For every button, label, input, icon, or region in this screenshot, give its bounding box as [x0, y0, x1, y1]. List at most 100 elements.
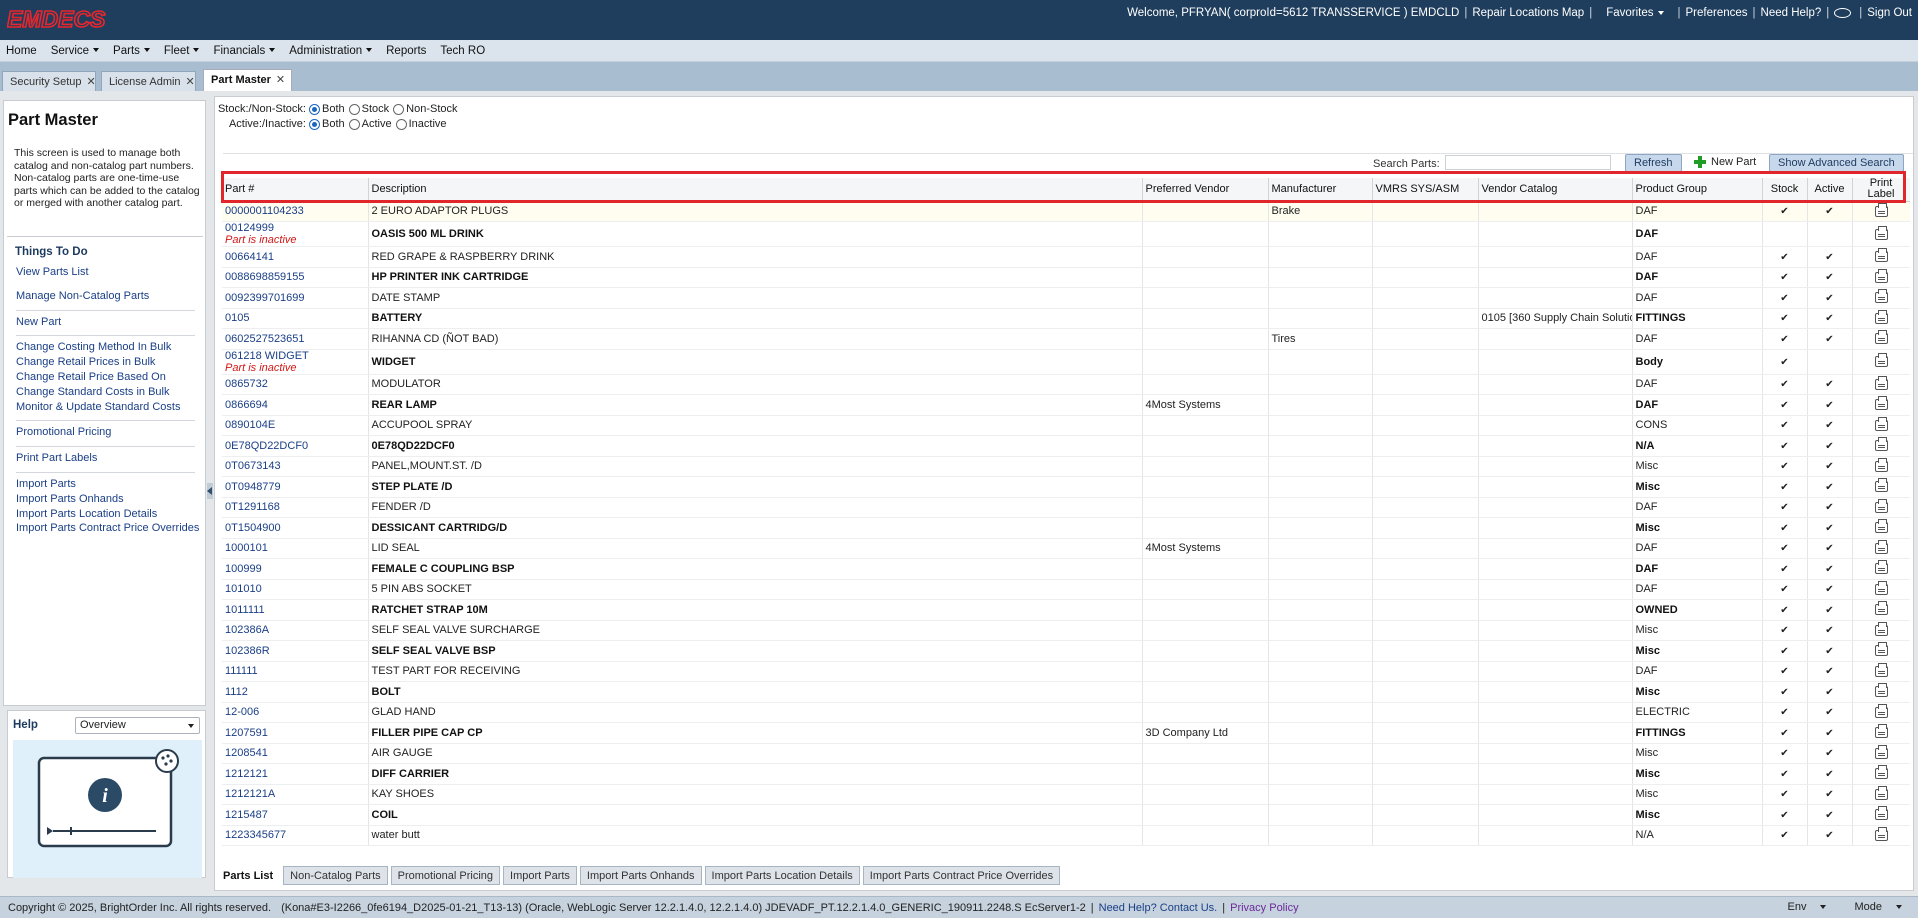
printer-icon[interactable]	[1874, 703, 1888, 718]
help-video-thumbnail[interactable]: i	[13, 740, 202, 878]
part-number-cell[interactable]: 1000101	[222, 538, 369, 559]
table-row[interactable]: 0088698859155 HP PRINTER INK CARTRIDGE DAF…	[222, 267, 1910, 288]
stock-stock-radio[interactable]	[348, 103, 360, 115]
preferences-link[interactable]: Preferences	[1686, 7, 1748, 19]
col-product-group[interactable]: Product Group	[1632, 178, 1763, 202]
tab-import-parts-onhands[interactable]: Import Parts Onhands	[579, 866, 702, 885]
table-row[interactable]: 1208541 AIR GAUGE Misc ✔ ✔	[222, 743, 1910, 764]
menu-reports[interactable]: Reports	[386, 45, 426, 57]
table-row[interactable]: 0000001104233 2 EURO ADAPTOR PLUGS Brake DA…	[222, 201, 1910, 222]
part-number-link[interactable]: 1223345677	[225, 829, 365, 841]
table-row[interactable]: 1011111 RATCHET STRAP 10M OWNED ✔ ✔	[222, 599, 1910, 621]
part-number-link[interactable]: 0865732	[225, 378, 365, 390]
part-number-link[interactable]: 1011111	[225, 604, 365, 616]
part-number-cell[interactable]: 1207591	[222, 722, 369, 744]
printer-icon[interactable]	[1874, 826, 1888, 841]
tab-import-parts[interactable]: Import Parts	[503, 866, 577, 885]
part-number-link[interactable]: 0105	[225, 312, 365, 324]
part-number-link[interactable]: 00664141	[225, 251, 365, 263]
printer-icon[interactable]	[1874, 268, 1888, 283]
part-number-link[interactable]: 061218 WIDGET	[225, 350, 365, 362]
part-number-cell[interactable]: 12-006	[222, 702, 369, 723]
table-row[interactable]: 00664141 RED GRAPE & RASPBERRY DRINK DAF ✔ ✔	[222, 246, 1910, 268]
part-number-link[interactable]: 1212121A	[225, 788, 365, 800]
table-row[interactable]: 0105 BATTERY 0105 [360 Supply Chain Soluti…	[222, 308, 1910, 329]
col-stock[interactable]: Stock	[1762, 178, 1808, 202]
part-number-cell[interactable]: 0890104E	[222, 415, 369, 436]
printer-icon[interactable]	[1874, 662, 1888, 677]
repair-locations-map-link[interactable]: Repair Locations Map	[1472, 7, 1584, 19]
part-number-cell[interactable]: 101010	[222, 579, 369, 600]
part-number-cell[interactable]: 0865732	[222, 374, 369, 395]
part-number-cell[interactable]: 102386R	[222, 640, 369, 662]
printer-icon[interactable]	[1874, 225, 1888, 240]
part-number-link[interactable]: 100999	[225, 563, 365, 575]
part-number-cell[interactable]: 061218 WIDGET Part is inactive	[222, 349, 369, 375]
part-number-link[interactable]: 0000001104233	[225, 205, 365, 217]
emdecs-logo[interactable]: EMDECS	[7, 6, 147, 32]
close-icon[interactable]: ✕	[276, 74, 285, 86]
part-number-link[interactable]: 0890104E	[225, 419, 365, 431]
menu-home[interactable]: Home	[6, 45, 37, 57]
tab-license-admin[interactable]: License Admin ✕	[101, 71, 196, 91]
stock-both-radio[interactable]	[309, 103, 320, 115]
env-menu[interactable]: Env	[1774, 901, 1827, 913]
part-number-link[interactable]: 0T1504900	[225, 522, 365, 534]
table-row[interactable]: 0E78QD22DCF0 0E78QD22DCF0 N/A ✔ ✔	[222, 435, 1910, 457]
active-both-radio[interactable]	[309, 118, 320, 130]
table-row[interactable]: 1207591 FILLER PIPE CAP CP 3D Company Ltd F…	[222, 722, 1910, 744]
printer-icon[interactable]	[1874, 519, 1888, 534]
favorites-menu[interactable]: Favorites	[1606, 7, 1664, 19]
table-row[interactable]: 1000101 LID SEAL 4Most Systems DAF ✔ ✔	[222, 538, 1910, 559]
table-row[interactable]: 1212121A KAY SHOES Misc ✔ ✔	[222, 784, 1910, 805]
part-number-link[interactable]: 1207591	[225, 727, 365, 739]
part-number-link[interactable]: 0T1291168	[225, 501, 365, 513]
new-part-button[interactable]: New Part	[1694, 156, 1756, 168]
printer-icon[interactable]	[1874, 601, 1888, 616]
table-row[interactable]: 0T0948779 STEP PLATE /D Misc ✔ ✔	[222, 476, 1910, 498]
part-number-link[interactable]: 00124999	[225, 222, 365, 234]
part-number-link[interactable]: 1215487	[225, 809, 365, 821]
monitor-standard-costs-link[interactable]: Monitor & Update Standard Costs	[16, 400, 195, 415]
printer-icon[interactable]	[1874, 498, 1888, 513]
col-print-label[interactable]: Print Label	[1852, 178, 1910, 202]
printer-icon[interactable]	[1874, 683, 1888, 698]
part-number-cell[interactable]: 0602527523651	[222, 328, 369, 350]
import-parts-onhands-link[interactable]: Import Parts Onhands	[16, 492, 195, 507]
table-row[interactable]: 1223345677 water butt N/A ✔ ✔	[222, 825, 1910, 846]
print-part-labels-link[interactable]: Print Part Labels	[16, 451, 195, 466]
printer-icon[interactable]	[1874, 478, 1888, 493]
part-number-link[interactable]: 0092399701699	[225, 292, 365, 304]
part-number-link[interactable]: 102386R	[225, 645, 365, 657]
printer-icon[interactable]	[1874, 806, 1888, 821]
col-preferred-vendor[interactable]: Preferred Vendor	[1142, 178, 1269, 202]
part-number-link[interactable]: 0T0673143	[225, 460, 365, 472]
sign-out-link[interactable]: Sign Out	[1867, 7, 1912, 19]
part-number-cell[interactable]: 1223345677	[222, 825, 369, 846]
part-number-cell[interactable]: 0092399701699	[222, 287, 369, 309]
part-number-cell[interactable]: 1212121A	[222, 784, 369, 805]
table-row[interactable]: 0T0673143 PANEL,MOUNT.ST. /D Misc ✔ ✔	[222, 456, 1910, 477]
active-active-radio[interactable]	[348, 118, 360, 130]
table-row[interactable]: 101010 5 PIN ABS SOCKET DAF ✔ ✔	[222, 579, 1910, 600]
table-row[interactable]: 0865732 MODULATOR DAF ✔ ✔	[222, 374, 1910, 395]
part-number-cell[interactable]: 00664141	[222, 246, 369, 268]
change-standard-costs-link[interactable]: Change Standard Costs in Bulk	[16, 385, 195, 400]
printer-icon[interactable]	[1874, 437, 1888, 452]
table-row[interactable]: 0890104E ACCUPOOL SPRAY CONS ✔ ✔	[222, 415, 1910, 436]
collapse-panel-toggle[interactable]	[207, 483, 213, 499]
printer-icon[interactable]	[1874, 642, 1888, 657]
part-number-cell[interactable]: 1112	[222, 681, 369, 703]
table-row[interactable]: 0602527523651 RIHANNA CD (ÑOT BAD) Tires DA…	[222, 328, 1910, 350]
change-retail-prices-link[interactable]: Change Retail Prices in Bulk	[16, 355, 195, 370]
menu-administration[interactable]: Administration	[289, 45, 373, 57]
part-number-link[interactable]: 101010	[225, 583, 365, 595]
menu-tech-ro[interactable]: Tech RO	[440, 45, 485, 57]
printer-icon[interactable]	[1874, 248, 1888, 263]
part-number-link[interactable]: 0088698859155	[225, 271, 365, 283]
table-row[interactable]: 100999 FEMALE C COUPLING BSP DAF ✔ ✔	[222, 558, 1910, 580]
contact-us-link[interactable]: Need Help? Contact Us.	[1099, 902, 1218, 914]
printer-icon[interactable]	[1874, 353, 1888, 368]
table-row[interactable]: 1112 BOLT Misc ✔ ✔	[222, 681, 1910, 703]
part-number-link[interactable]: 0602527523651	[225, 333, 365, 345]
